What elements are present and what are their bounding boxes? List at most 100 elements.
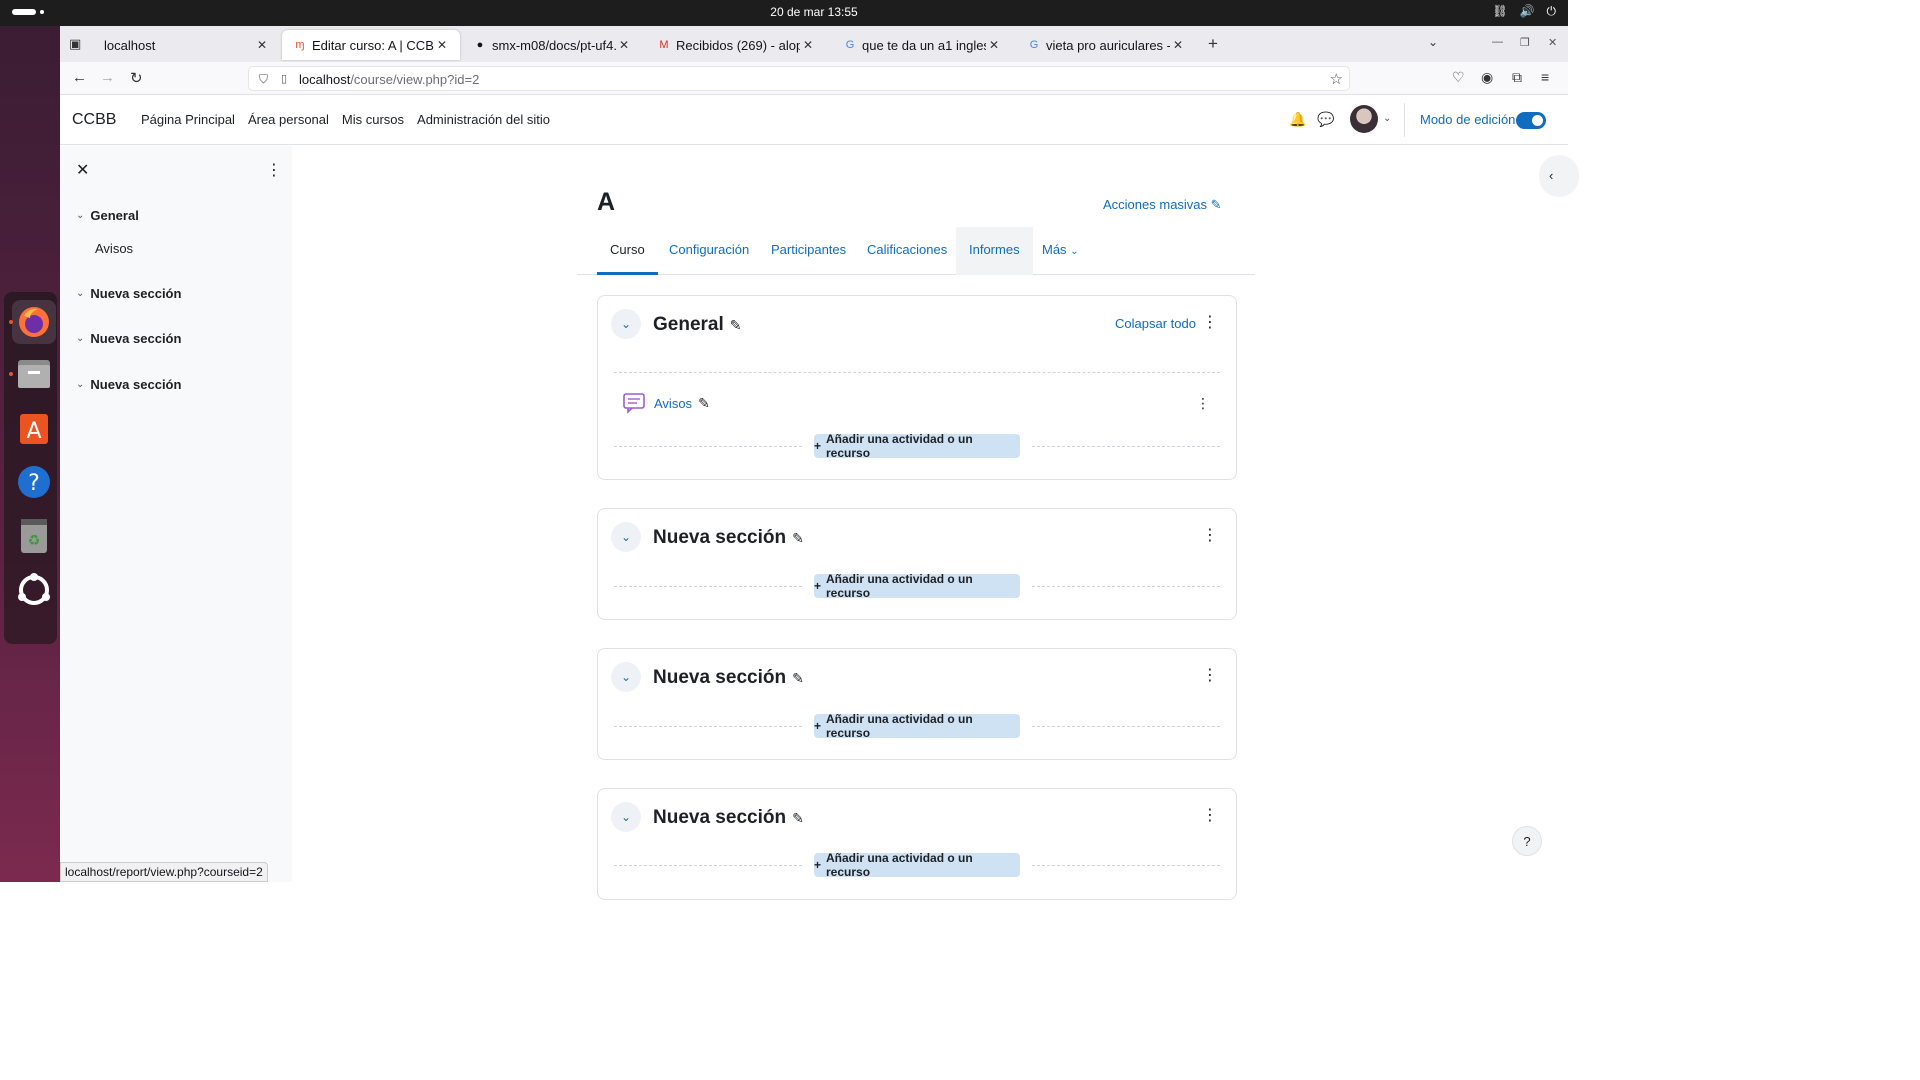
user-avatar[interactable] (1350, 105, 1378, 133)
tab-list-chevron-icon[interactable]: ⌄ (1428, 35, 1438, 49)
restore-icon[interactable]: ❐ (1520, 36, 1530, 49)
trash-icon[interactable]: ♻ (12, 514, 56, 558)
section-title-text[interactable]: General (653, 314, 724, 336)
close-icon[interactable]: ✕ (616, 38, 632, 52)
nav-home[interactable]: Página Principal (141, 112, 235, 127)
browser-nav-bar: ← → ↻ ⛉ ▯ localhost/course/view.php?id=2… (60, 62, 1568, 95)
account-icon[interactable]: ◉ (1481, 69, 1493, 86)
shield-icon[interactable]: ⛉ (259, 72, 268, 87)
activity-avisos[interactable]: Avisos ✎ (654, 395, 710, 412)
back-icon[interactable]: ← (72, 69, 87, 86)
firefox-icon[interactable] (12, 300, 56, 344)
system-clock[interactable]: 20 de mar 13:55 (0, 5, 1628, 19)
section-title-text[interactable]: Nueva sección (653, 667, 786, 689)
section-options-kebab-icon[interactable]: ⋮ (1202, 312, 1218, 332)
drawer-section-nueva-2[interactable]: ⌄ Nueva sección (76, 331, 181, 346)
drawer-section-nueva-3[interactable]: ⌄ Nueva sección (76, 377, 181, 392)
help-question-icon[interactable]: ? (1512, 826, 1542, 856)
menu-icon[interactable]: ≡ (1541, 69, 1549, 85)
help-icon[interactable]: ? (12, 460, 56, 504)
browser-tab[interactable]: G vieta pro auriculares - Bus ✕ (1016, 30, 1196, 60)
chevron-down-icon[interactable]: ⌄ (76, 333, 84, 344)
tab-grades[interactable]: Calificaciones (854, 227, 960, 275)
url-bar[interactable]: ⛉ ▯ localhost/course/view.php?id=2 ☆ (248, 66, 1350, 91)
minimize-icon[interactable]: — (1492, 36, 1503, 48)
collapse-section-chevron-icon[interactable]: ⌄ (611, 802, 641, 832)
close-icon[interactable]: ✕ (986, 38, 1002, 52)
nav-my-courses[interactable]: Mis cursos (342, 112, 404, 127)
edit-title-pencil-icon[interactable]: ✎ (730, 317, 742, 334)
browser-tab[interactable]: localhost ✕ (94, 30, 280, 60)
section-title: Nueva sección ✎ (653, 527, 804, 549)
tab-overview-icon[interactable]: ▣ (69, 36, 81, 52)
add-activity-button[interactable]: + Añadir una actividad o un recurso (814, 712, 1020, 740)
close-icon[interactable]: ✕ (1170, 38, 1186, 52)
network-icon[interactable]: ⛓ (1492, 4, 1507, 19)
pocket-icon[interactable]: ♡ (1452, 69, 1465, 86)
chevron-down-icon[interactable]: ⌄ (76, 210, 84, 221)
edit-title-pencil-icon[interactable]: ✎ (792, 670, 804, 687)
browser-tab[interactable]: M Recibidos (269) - alopezr@ ✕ (646, 30, 826, 60)
activity-options-kebab-icon[interactable]: ⋮ (1196, 395, 1210, 412)
bulk-actions-button[interactable]: Acciones masivas ✎ (1103, 197, 1222, 213)
section-options-kebab-icon[interactable]: ⋮ (1202, 525, 1218, 545)
section-title-text[interactable]: Nueva sección (653, 527, 786, 549)
open-block-drawer-chevron-icon[interactable]: ‹ (1539, 155, 1579, 197)
nav-dashboard[interactable]: Área personal (248, 112, 329, 127)
tab-more[interactable]: Más ⌄ (1029, 227, 1092, 275)
browser-tab[interactable]: ● smx-m08/docs/pt-uf4.md ✕ (462, 30, 642, 60)
drawer-options-kebab-icon[interactable]: ⋮ (266, 160, 282, 180)
power-icon[interactable]: ⏻ (1547, 4, 1557, 19)
nav-site-admin[interactable]: Administración del sitio (417, 112, 550, 127)
close-icon[interactable]: ✕ (254, 38, 270, 52)
collapse-section-chevron-icon[interactable]: ⌄ (611, 662, 641, 692)
site-brand[interactable]: CCBB (72, 111, 116, 129)
browser-tab[interactable]: G que te da un a1 ingles en ✕ (832, 30, 1012, 60)
new-tab-icon[interactable]: + (1208, 34, 1218, 54)
add-activity-button[interactable]: + Añadir una actividad o un recurso (814, 572, 1020, 600)
section-options-kebab-icon[interactable]: ⋮ (1202, 665, 1218, 685)
drawer-item-avisos[interactable]: Avisos (95, 241, 133, 256)
chevron-down-icon[interactable]: ⌄ (76, 288, 84, 299)
files-icon[interactable] (12, 352, 56, 396)
close-drawer-icon[interactable]: ✕ (76, 160, 89, 180)
close-icon[interactable]: ✕ (800, 38, 816, 52)
tab-settings[interactable]: Configuración (656, 227, 762, 275)
reload-icon[interactable]: ↻ (130, 69, 143, 87)
add-activity-button[interactable]: + Añadir una actividad o un recurso (814, 432, 1020, 460)
collapse-section-chevron-icon[interactable]: ⌄ (611, 309, 641, 339)
course-section-nueva-1: ⌄ Nueva sección ✎ ⋮ + Añadir una activid… (597, 508, 1237, 620)
system-tray[interactable]: ⛓ 🔊 ⏻ (1492, 4, 1556, 19)
tab-reports[interactable]: Informes (956, 227, 1033, 275)
tab-course[interactable]: Curso (597, 227, 658, 275)
chevron-down-icon[interactable]: ⌄ (76, 379, 84, 390)
edit-mode-toggle[interactable] (1516, 112, 1546, 129)
messages-icon[interactable]: 💬 (1317, 111, 1334, 128)
url-text[interactable]: localhost/course/view.php?id=2 (299, 72, 479, 87)
drawer-section-nueva-1[interactable]: ⌄ Nueva sección (76, 286, 181, 301)
collapse-section-chevron-icon[interactable]: ⌄ (611, 522, 641, 552)
section-title-text[interactable]: Nueva sección (653, 807, 786, 829)
browser-tab-active[interactable]: ɱ Editar curso: A | CCBB ✕ (282, 30, 460, 60)
page-info-icon[interactable]: ▯ (281, 72, 287, 85)
add-activity-button[interactable]: + Añadir una actividad o un recurso (814, 851, 1020, 879)
edit-title-pencil-icon[interactable]: ✎ (792, 530, 804, 547)
tab-participants[interactable]: Participantes (758, 227, 859, 275)
volume-icon[interactable]: 🔊 (1520, 4, 1535, 19)
edit-title-pencil-icon[interactable]: ✎ (792, 810, 804, 827)
collapse-all-link[interactable]: Colapsar todo (1115, 316, 1196, 331)
activity-name-text[interactable]: Avisos (654, 396, 692, 411)
edit-activity-pencil-icon[interactable]: ✎ (698, 395, 710, 412)
close-icon[interactable]: ✕ (434, 38, 450, 52)
notifications-bell-icon[interactable]: 🔔 (1289, 111, 1306, 128)
section-options-kebab-icon[interactable]: ⋮ (1202, 805, 1218, 825)
extensions-icon[interactable]: ⧉ (1512, 69, 1522, 86)
show-apps-icon[interactable] (12, 568, 56, 612)
app-center-icon[interactable]: A (12, 406, 56, 450)
bookmark-star-icon[interactable]: ☆ (1330, 70, 1343, 88)
chevron-down-icon[interactable]: ⌄ (1383, 113, 1391, 124)
forward-icon[interactable]: → (100, 69, 115, 86)
close-window-icon[interactable]: ✕ (1548, 36, 1557, 49)
course-secondary-nav: Curso Configuración Participantes Califi… (577, 227, 1255, 275)
drawer-section-general[interactable]: ⌄ General (76, 208, 139, 223)
